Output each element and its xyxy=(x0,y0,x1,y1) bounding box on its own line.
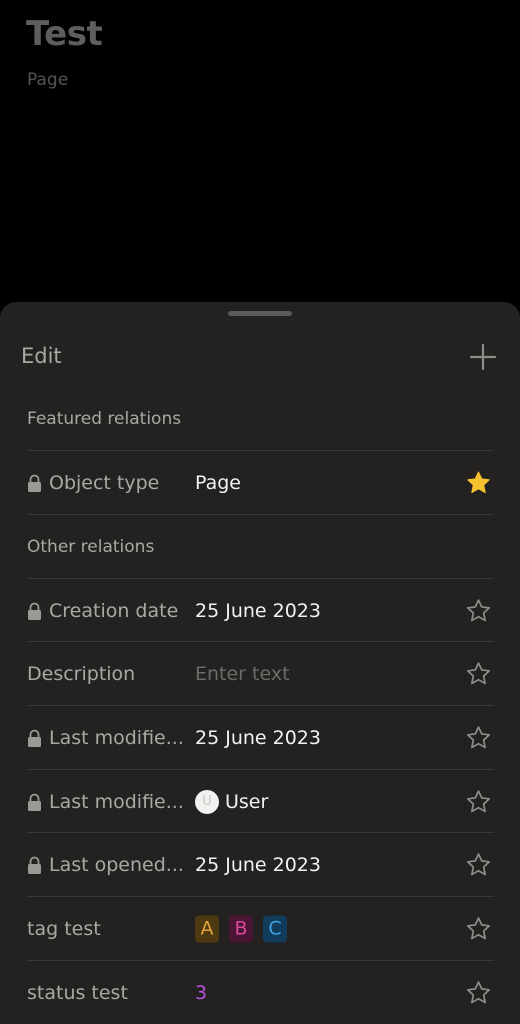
relation-label: status test xyxy=(27,981,128,1004)
description-input[interactable]: Enter text xyxy=(195,663,290,685)
featured-relations-heading: Featured relations xyxy=(27,409,182,429)
star-outline-icon[interactable] xyxy=(465,979,492,1006)
relation-label: Last modifie... xyxy=(49,726,184,749)
relation-label: tag test xyxy=(27,917,101,940)
star-outline-icon[interactable] xyxy=(465,597,492,624)
drag-handle[interactable] xyxy=(228,311,292,316)
relation-label: Description xyxy=(27,662,136,685)
relation-row-tag-test[interactable]: tag test A B C xyxy=(0,897,520,960)
user-name: User xyxy=(225,790,269,813)
avatar: U xyxy=(195,789,219,814)
tag-chip[interactable]: C xyxy=(263,915,287,942)
lock-icon xyxy=(28,474,41,492)
relation-row-creation-date[interactable]: Creation date 25 June 2023 xyxy=(0,579,520,642)
tag-chip[interactable]: A xyxy=(195,915,219,942)
relation-value: Page xyxy=(195,471,241,494)
relation-row-last-modified-date[interactable]: Last modifie... 25 June 2023 xyxy=(0,706,520,769)
star-outline-icon[interactable] xyxy=(465,915,492,942)
relation-label: Last modifie... xyxy=(49,790,184,813)
page-type-label: Page xyxy=(27,70,69,90)
relation-value: 25 June 2023 xyxy=(195,853,321,876)
relation-row-description[interactable]: Description Enter text xyxy=(0,642,520,705)
tag-chip[interactable]: B xyxy=(229,915,253,942)
lock-icon xyxy=(28,602,41,620)
relation-value: 25 June 2023 xyxy=(195,599,321,622)
plus-icon[interactable] xyxy=(468,342,498,372)
relation-value: 25 June 2023 xyxy=(195,726,321,749)
relation-row-last-opened[interactable]: Last opened... 25 June 2023 xyxy=(0,833,520,896)
star-outline-icon[interactable] xyxy=(465,724,492,751)
page-title: Test xyxy=(26,14,103,54)
relations-bottom-sheet: Edit Featured relations Object type Page… xyxy=(0,302,520,1024)
tag-list[interactable]: A B C xyxy=(195,915,297,942)
status-value: 3 xyxy=(195,981,208,1004)
star-outline-icon[interactable] xyxy=(465,851,492,878)
star-outline-icon[interactable] xyxy=(465,788,492,815)
lock-icon xyxy=(28,856,41,874)
relation-label: Object type xyxy=(49,471,160,494)
edit-button[interactable]: Edit xyxy=(21,344,62,368)
other-relations-heading: Other relations xyxy=(27,537,155,557)
relation-row-last-modified-by[interactable]: Last modifie... U User xyxy=(0,770,520,833)
relation-label: Last opened... xyxy=(49,853,184,876)
relation-row-object-type[interactable]: Object type Page xyxy=(0,451,520,514)
star-filled-icon[interactable] xyxy=(465,469,492,496)
divider xyxy=(27,514,494,515)
star-outline-icon[interactable] xyxy=(465,660,492,687)
relation-value[interactable]: U User xyxy=(195,789,269,814)
lock-icon xyxy=(28,729,41,747)
lock-icon xyxy=(28,793,41,811)
relation-label: Creation date xyxy=(49,599,179,622)
relation-row-status-test[interactable]: status test 3 xyxy=(0,961,520,1024)
